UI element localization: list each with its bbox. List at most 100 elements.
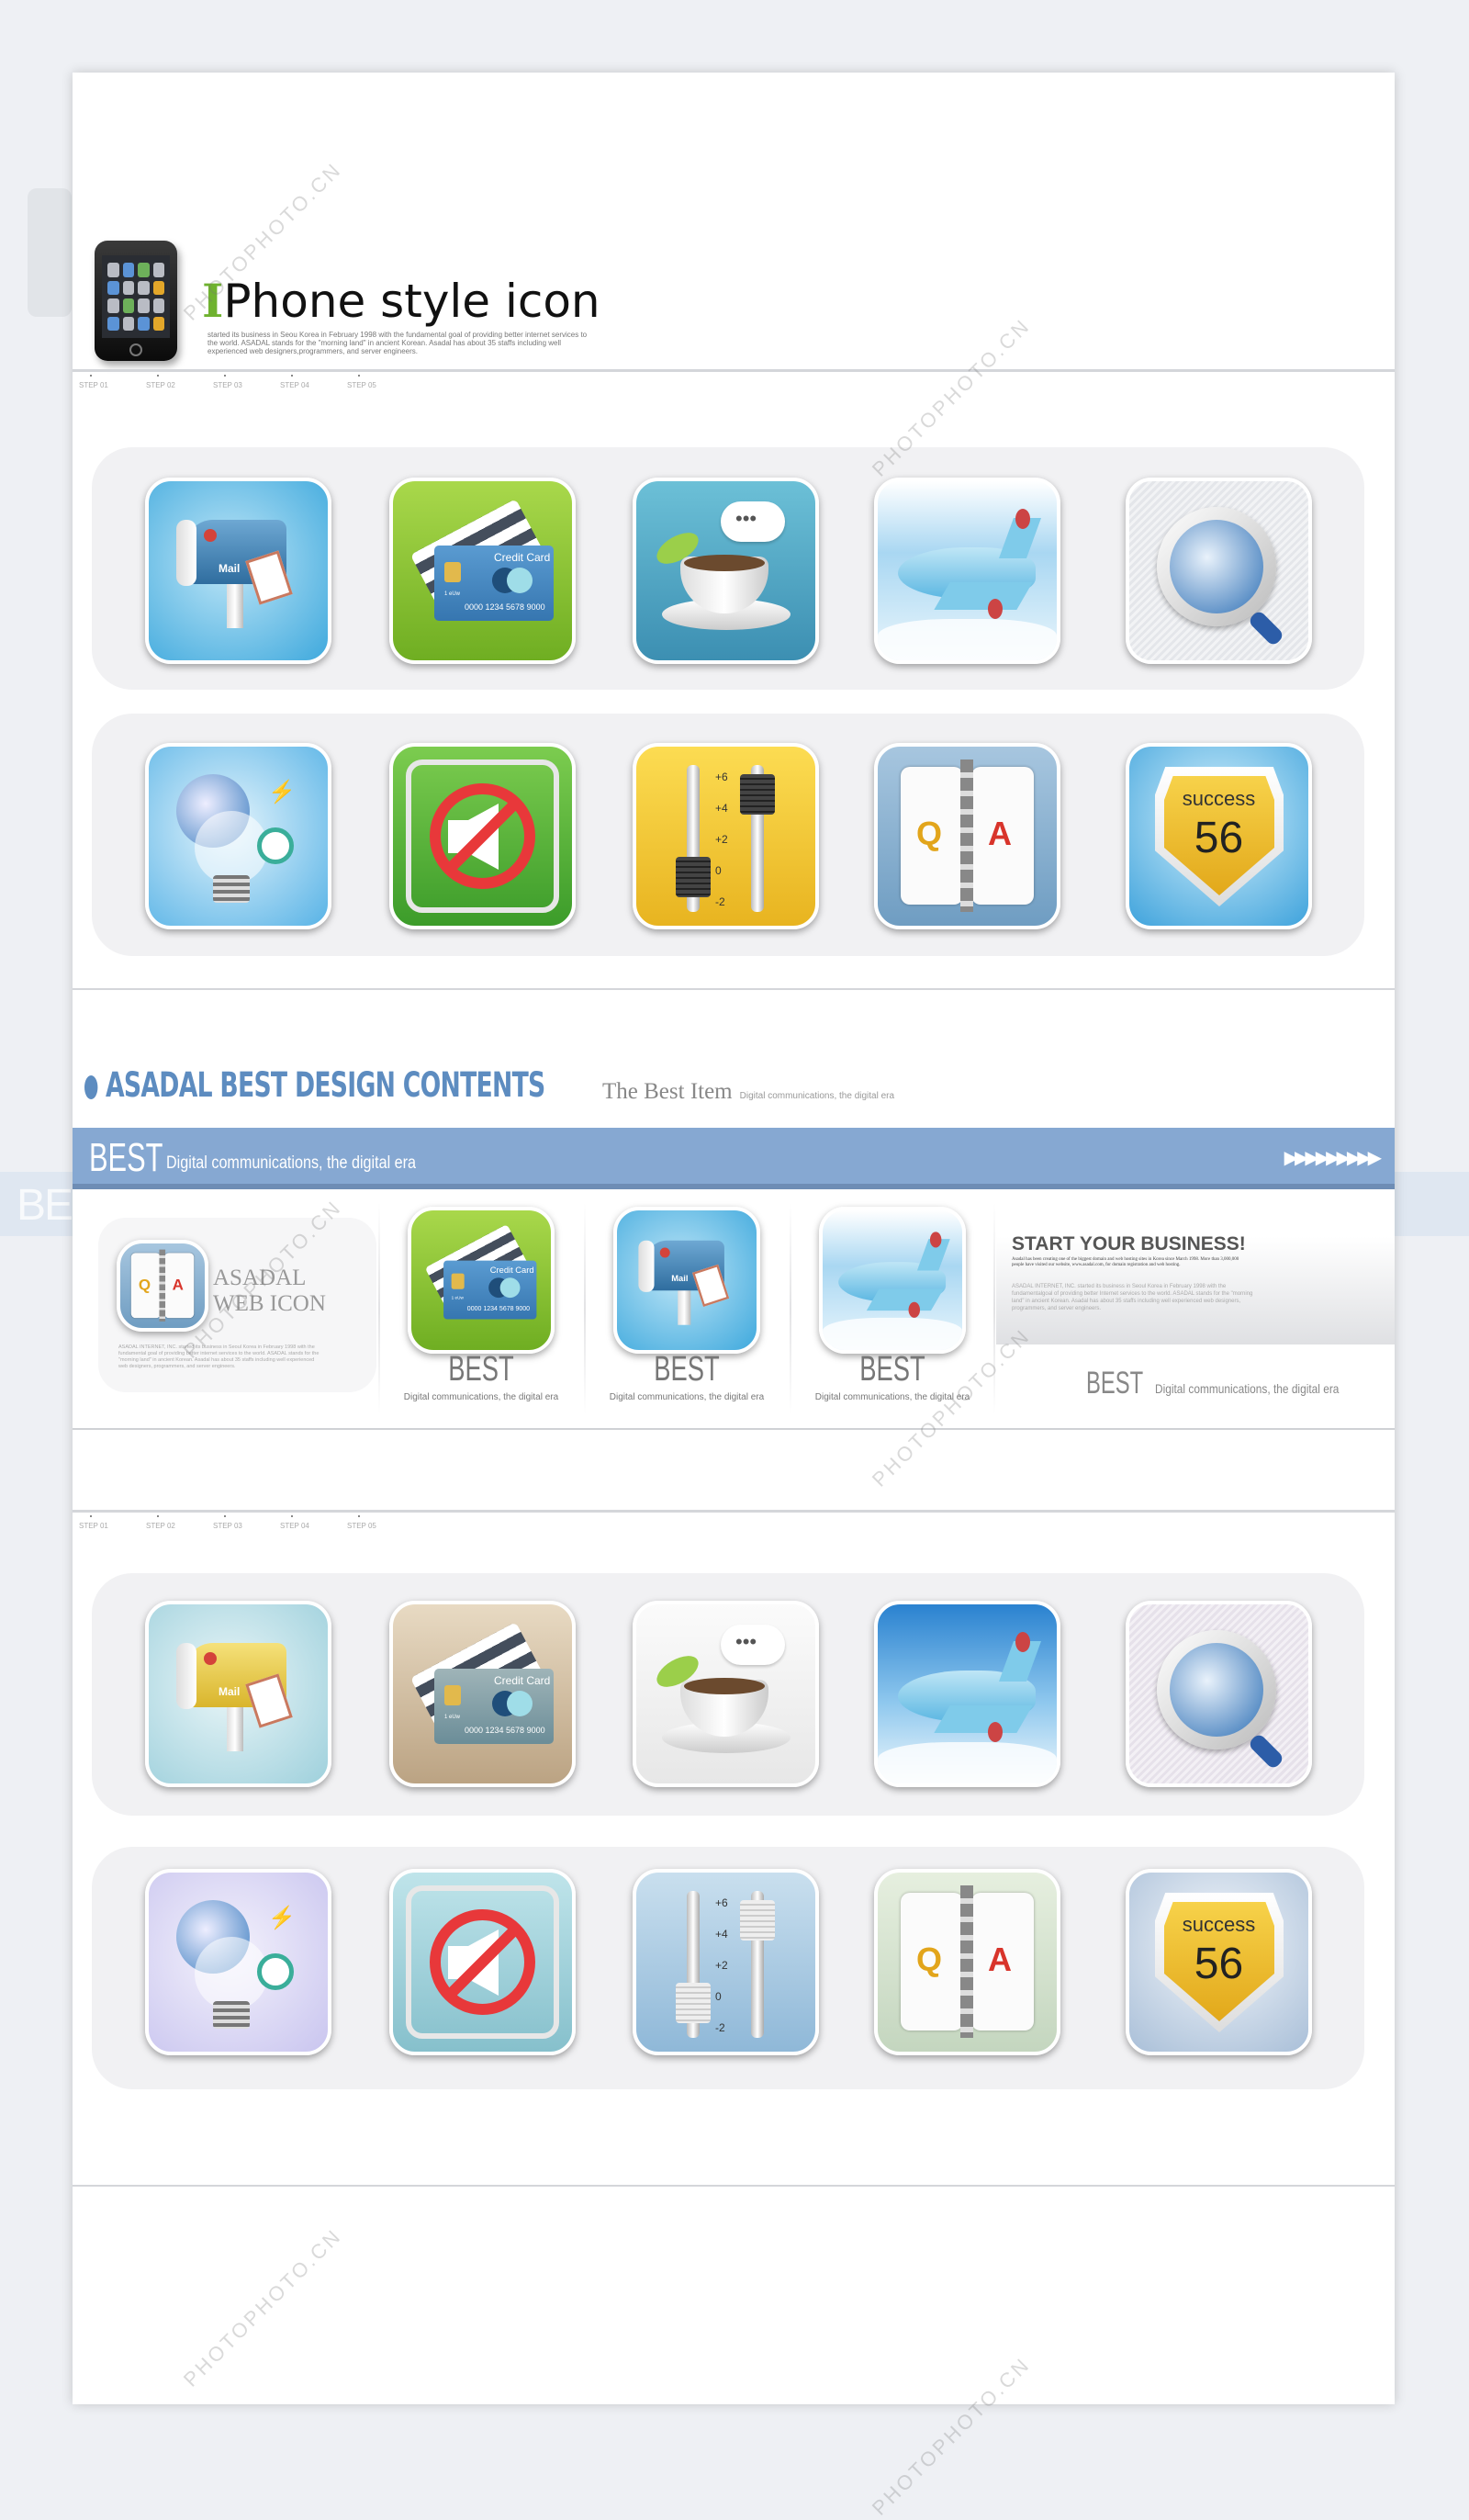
icon-art: +6 +4 +2 0 -2: [636, 747, 815, 926]
badge-text: success: [1182, 1913, 1256, 1936]
banner-sub: Digital communications, the digital era: [166, 1153, 416, 1173]
arrows-icon: ▶▶▶▶▶▶▶▶▶: [1284, 1148, 1382, 1168]
mute-icon[interactable]: [389, 743, 576, 929]
step-label: STEP 01: [79, 375, 108, 389]
page-title: IPhone style icon: [202, 274, 600, 328]
separator: [993, 1203, 995, 1414]
cloud: [878, 1742, 1057, 1783]
icon-art: Mail: [617, 1210, 757, 1350]
card-chip: [444, 562, 461, 582]
icon-art: [1129, 1604, 1308, 1783]
eq-label: 0: [715, 1990, 722, 2003]
spark: ⚡: [268, 1906, 296, 1930]
bubble-dots: •••: [735, 507, 757, 530]
coffee-icon[interactable]: •••: [633, 478, 819, 664]
bulb-base: [213, 2001, 250, 2029]
at-bubble: [257, 1953, 294, 1990]
header-blurb: started its business in Seou Korea in Fe…: [207, 331, 588, 355]
step-label: STEP 05: [347, 1515, 376, 1530]
icon-art: ⚡: [149, 1873, 328, 2052]
equalizer-icon[interactable]: +6 +4 +2 0 -2: [633, 1869, 819, 2055]
lightbulb-globe-icon[interactable]: ⚡: [145, 743, 331, 929]
q-letter: Q: [138, 1275, 151, 1294]
mail-icon[interactable]: Mail: [145, 478, 331, 664]
binding: [960, 1885, 973, 2038]
card-chip: [451, 1273, 465, 1289]
icon-art: Credit Card 0000 1234 5678 9000 1 eUw: [393, 1604, 572, 1783]
badge-number: 56: [1194, 814, 1244, 862]
best-label: BEST: [654, 1350, 720, 1389]
slider-knob: [676, 857, 711, 897]
mail-label: Mail: [219, 1685, 241, 1698]
engine: [1015, 509, 1030, 529]
mailbox-door: [176, 1643, 196, 1709]
icon-art: [393, 747, 572, 926]
coffee: [684, 555, 765, 571]
start-best-big: BEST: [1086, 1366, 1144, 1401]
globe-search-icon[interactable]: [1126, 478, 1312, 664]
eq-label: 0: [715, 864, 722, 877]
lightbulb-globe-icon[interactable]: ⚡: [145, 1869, 331, 2055]
best-caption: Digital communications, the digital era: [403, 1392, 559, 1402]
eq-label: -2: [715, 2021, 725, 2034]
globe: [1170, 520, 1263, 613]
best-item-text: The Best Item: [602, 1079, 733, 1104]
plane-wing: [934, 582, 1033, 610]
start-text-secondary: ASADAL INTERNET, INC. started its busine…: [1012, 1284, 1253, 1311]
start-business-box: START YOUR BUSINESS! Asadal has been cre…: [996, 1209, 1395, 1344]
credit-card-icon[interactable]: Credit Card 0000 1234 5678 9000 1 eUw: [389, 1601, 576, 1787]
success-badge-icon[interactable]: success 56: [1126, 743, 1312, 929]
qa-book-icon[interactable]: QA: [117, 1240, 208, 1332]
engine: [988, 599, 1003, 619]
best-label: BEST: [859, 1350, 925, 1389]
equalizer-icon[interactable]: +6 +4 +2 0 -2: [633, 743, 819, 929]
engine: [988, 1722, 1003, 1742]
phone-icon: [95, 241, 177, 361]
eq-label: +4: [715, 1928, 728, 1941]
section-heading-text: ASADAL BEST DESIGN CONTENTS: [106, 1065, 545, 1105]
step-label: STEP 03: [213, 375, 242, 389]
start-best-sub: Digital communications, the digital era: [1155, 1381, 1340, 1396]
icon-art: [878, 1604, 1057, 1783]
mail-icon[interactable]: Mail: [613, 1207, 760, 1354]
eq-label: +6: [715, 1896, 728, 1909]
qa-book-icon[interactable]: QA: [874, 1869, 1060, 2055]
start-best: BEST Digital communications, the digital…: [1086, 1366, 1372, 1401]
card-circle: [499, 1277, 521, 1299]
icon-art: •••: [636, 1604, 815, 1783]
card-small: 1 eUw: [444, 591, 461, 597]
airplane-icon[interactable]: [819, 1207, 966, 1354]
credit-card-icon[interactable]: Credit Card 0000 1234 5678 9000 1 eUw: [408, 1207, 555, 1354]
success-badge-icon[interactable]: success 56: [1126, 1869, 1312, 2055]
coffee-icon[interactable]: •••: [633, 1601, 819, 1787]
ghost-phone: [28, 188, 72, 317]
card-circle: [507, 568, 533, 593]
icon-art: Mail: [149, 1604, 328, 1783]
card-text: ASADAL INTERNET, INC. started its busine…: [118, 1344, 320, 1369]
icon-art: QA: [120, 1243, 205, 1328]
mail-icon[interactable]: Mail: [145, 1601, 331, 1787]
best-banner: BEST Digital communications, the digital…: [73, 1128, 1395, 1189]
icon-art: [1129, 481, 1308, 660]
eq-label: +6: [715, 771, 728, 783]
cloud: [823, 1317, 962, 1350]
globe-search-icon[interactable]: [1126, 1601, 1312, 1787]
mute-icon[interactable]: [389, 1869, 576, 2055]
badge-number: 56: [1194, 1940, 1244, 1988]
step-label: STEP 01: [79, 1515, 108, 1530]
spark: ⚡: [268, 780, 296, 804]
airplane-icon[interactable]: [874, 1601, 1060, 1787]
bullet-dot: [84, 1074, 98, 1099]
step-label: STEP 02: [146, 1515, 175, 1530]
eq-label: +2: [715, 833, 728, 846]
ghost-bar-right: [1395, 1172, 1469, 1236]
mailbox-flag: [659, 1247, 670, 1258]
qa-book-icon[interactable]: QA: [874, 743, 1060, 929]
airplane-icon[interactable]: [874, 478, 1060, 664]
step-label: STEP 05: [347, 375, 376, 389]
icon-art: QA: [878, 747, 1057, 926]
at-bubble: [257, 827, 294, 864]
card-circle: [507, 1691, 533, 1716]
credit-card-icon[interactable]: Credit Card 0000 1234 5678 9000 1 eUw: [389, 478, 576, 664]
a-letter: A: [988, 815, 1012, 852]
